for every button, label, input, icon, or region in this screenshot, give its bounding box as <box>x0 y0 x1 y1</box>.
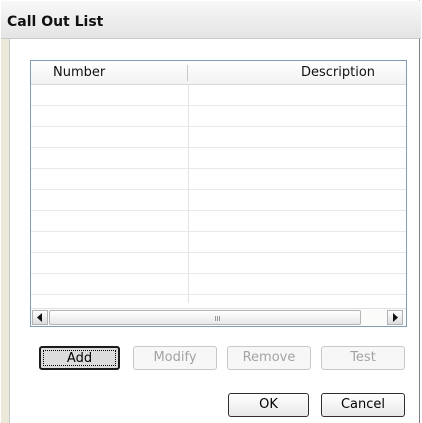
scrollbar-thumb[interactable] <box>49 310 361 325</box>
column-divider <box>188 85 189 303</box>
scroll-right-button[interactable] <box>387 310 403 325</box>
remove-button[interactable]: Remove <box>227 346 311 370</box>
list-row[interactable] <box>31 232 406 253</box>
grip-icon <box>215 316 221 321</box>
call-out-list-view[interactable]: Number Description <box>30 60 407 327</box>
list-rows <box>31 85 406 303</box>
list-row[interactable] <box>31 169 406 190</box>
list-row[interactable] <box>31 148 406 169</box>
modify-button[interactable]: Modify <box>133 346 217 370</box>
list-row[interactable] <box>31 211 406 232</box>
column-header-number[interactable]: Number <box>53 61 173 84</box>
title-bar[interactable]: Call Out List <box>1 1 421 39</box>
list-header: Number Description <box>31 61 406 85</box>
test-button[interactable]: Test <box>321 346 405 370</box>
ok-button[interactable]: OK <box>228 393 309 417</box>
list-row[interactable] <box>31 190 406 211</box>
list-row[interactable] <box>31 274 406 295</box>
list-row[interactable] <box>31 106 406 127</box>
list-row[interactable] <box>31 127 406 148</box>
window-title: Call Out List <box>7 14 104 30</box>
focus-ring <box>43 350 116 366</box>
column-separator[interactable] <box>187 65 188 81</box>
list-row[interactable] <box>31 253 406 274</box>
chevron-left-icon <box>37 313 42 322</box>
cancel-button[interactable]: Cancel <box>321 393 405 417</box>
scroll-left-button[interactable] <box>32 310 48 325</box>
list-row[interactable] <box>31 85 406 106</box>
call-out-list-dialog: Call Out List Number Description Add Mod… <box>0 0 421 423</box>
chevron-right-icon <box>393 313 398 322</box>
horizontal-scrollbar[interactable] <box>31 308 406 326</box>
column-header-description[interactable]: Description <box>301 61 401 84</box>
add-button[interactable]: Add <box>39 346 120 370</box>
